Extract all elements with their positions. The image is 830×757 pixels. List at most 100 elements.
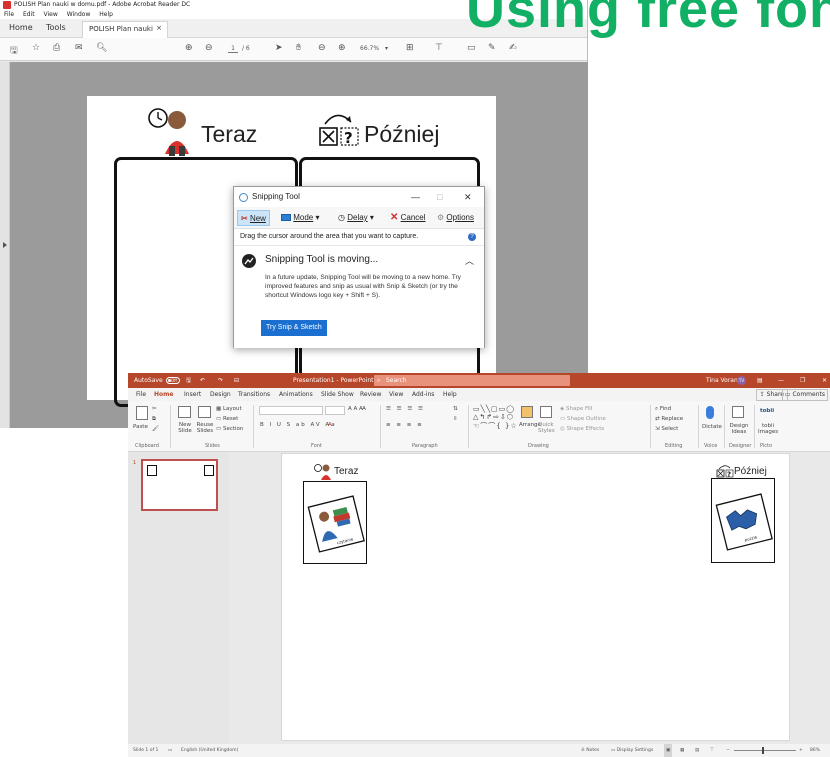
- minimize-button[interactable]: —: [411, 187, 420, 207]
- tab-home[interactable]: Home: [154, 388, 174, 402]
- font-name-box[interactable]: [259, 406, 323, 415]
- tab-transitions[interactable]: Transitions: [238, 388, 270, 401]
- paste-icon[interactable]: [136, 406, 148, 420]
- menu-file[interactable]: File: [4, 11, 14, 18]
- window-close-button[interactable]: ✕: [822, 373, 827, 388]
- design-ideas-icon[interactable]: [732, 406, 744, 418]
- find-button[interactable]: ⌕ Find: [655, 406, 671, 413]
- spellcheck-icon[interactable]: ▭: [168, 744, 172, 757]
- align-icons[interactable]: ≡ ≡ ≡ ≡: [386, 422, 424, 428]
- ppt-search-box[interactable]: ⌕ Search: [374, 375, 570, 386]
- sign-icon[interactable]: ✍: [509, 43, 517, 53]
- slide-thumbnail[interactable]: [141, 459, 218, 511]
- select-button[interactable]: ⇲ Select: [655, 426, 678, 432]
- reading-view-icon[interactable]: ▤: [695, 744, 699, 757]
- options-button[interactable]: ⚙ Options: [434, 210, 477, 226]
- cancel-button[interactable]: ✕ Cancel: [387, 210, 429, 226]
- hand-tool-icon[interactable]: ✋︎: [296, 43, 301, 53]
- tab-insert[interactable]: Insert: [184, 388, 201, 401]
- language-status[interactable]: English (United Kingdom): [181, 744, 238, 757]
- bookmark-star-icon[interactable]: ☆: [32, 43, 40, 53]
- reuse-slides-label[interactable]: Reuse Slides: [196, 422, 214, 434]
- user-avatar[interactable]: TV: [737, 376, 746, 385]
- font-format-icons[interactable]: B I U S ab AV Aa: [260, 422, 337, 428]
- highlight-pen-icon[interactable]: ✎: [488, 43, 496, 53]
- mode-button[interactable]: Mode ▾: [278, 210, 323, 226]
- section-button[interactable]: ▭ Section: [216, 426, 243, 432]
- tab-home[interactable]: Home: [9, 23, 33, 32]
- new-slide-icon[interactable]: [178, 406, 191, 418]
- undo-icon[interactable]: ↶: [200, 373, 205, 388]
- copy-icon[interactable]: ⧉: [152, 416, 156, 423]
- notes-button[interactable]: ≙ Notes: [581, 744, 599, 757]
- paste-label[interactable]: Paste: [133, 424, 148, 430]
- save-icon[interactable]: 🖫: [10, 43, 18, 59]
- acrobat-left-panel-toggle[interactable]: [0, 62, 10, 428]
- delay-button[interactable]: ◷ Delay ▾: [335, 210, 377, 226]
- font-size-box[interactable]: [325, 406, 345, 415]
- present-icon[interactable]: ⊟: [234, 373, 239, 388]
- select-tool-icon[interactable]: ➤: [275, 43, 283, 53]
- collapse-chevron-icon[interactable]: ︿: [465, 254, 474, 267]
- bullet-list-icons[interactable]: ☰ ☰ ☰ ☰: [386, 406, 425, 412]
- print-icon[interactable]: ⎙: [53, 43, 60, 53]
- shape-effects-button[interactable]: ◎ Shape Effects: [560, 426, 604, 432]
- tab-document[interactable]: POLISH Plan nauki ... ×: [82, 21, 168, 41]
- menu-edit[interactable]: Edit: [23, 11, 35, 18]
- shape-fill-button[interactable]: ◈ Shape Fill: [560, 406, 592, 412]
- font-color-icon[interactable]: A: [328, 422, 332, 428]
- dictate-label[interactable]: Dictate: [702, 424, 722, 430]
- tab-slide-show[interactable]: Slide Show: [321, 388, 354, 401]
- maximize-button[interactable]: □: [437, 187, 442, 207]
- slide-card-now[interactable]: czytanie: [303, 481, 367, 564]
- shape-outline-button[interactable]: ▭ Shape Outline: [560, 416, 606, 422]
- tab-file[interactable]: File: [136, 388, 146, 401]
- fit-page-icon[interactable]: ⊞: [406, 43, 414, 53]
- replace-button[interactable]: ⇄ Replace: [655, 416, 683, 422]
- slide-canvas[interactable]: Teraz czytanie ? Później puzzle: [281, 453, 790, 741]
- try-snip-sketch-button[interactable]: Try Snip & Sketch: [261, 320, 327, 336]
- tab-animations[interactable]: Animations: [279, 388, 313, 401]
- tab-help[interactable]: Help: [443, 388, 457, 401]
- expand-arrow-icon[interactable]: [3, 242, 7, 248]
- tab-review[interactable]: Review: [360, 388, 381, 401]
- reset-button[interactable]: ▭ Reset: [216, 416, 238, 422]
- page-down-icon[interactable]: ⊖: [205, 43, 213, 53]
- zoom-level[interactable]: 66.7%: [360, 45, 379, 52]
- zoom-slider-track[interactable]: [734, 750, 796, 751]
- layout-button[interactable]: ▦ Layout: [216, 406, 242, 412]
- email-icon[interactable]: ✉: [75, 43, 83, 53]
- slide-show-icon[interactable]: ⊤: [710, 744, 714, 757]
- page-number-input[interactable]: 1: [228, 45, 238, 53]
- tab-add-ins[interactable]: Add-ins: [412, 388, 434, 401]
- design-ideas-label[interactable]: Design Ideas: [729, 423, 749, 435]
- zoom-in-icon[interactable]: ⊕: [338, 43, 346, 53]
- shapes-gallery[interactable]: ▭╲╲▢▭◯ △↰↱⇨⇩⬡ ☜⌒⌒{ }☆: [473, 405, 518, 431]
- tab-tools[interactable]: Tools: [46, 23, 66, 32]
- menu-help[interactable]: Help: [99, 11, 113, 18]
- arrange-icon[interactable]: [521, 406, 533, 418]
- font-grow-shrink-icon[interactable]: A A Ꜳ: [348, 406, 366, 412]
- quick-styles-icon[interactable]: [540, 406, 552, 418]
- normal-view-icon[interactable]: ▣: [664, 744, 673, 757]
- tab-design[interactable]: Design: [210, 388, 231, 401]
- tab-close-icon[interactable]: ×: [156, 24, 162, 32]
- tab-view[interactable]: View: [389, 388, 403, 401]
- cut-icon[interactable]: ✂: [152, 406, 157, 412]
- save-icon[interactable]: 🖫: [186, 373, 191, 388]
- help-icon[interactable]: ?: [468, 233, 476, 241]
- text-direction-icon[interactable]: ⇅: [453, 406, 458, 412]
- slide-sorter-icon[interactable]: ▦: [680, 744, 684, 757]
- tobii-logo[interactable]: tobii: [760, 408, 774, 414]
- zoom-out-button[interactable]: −: [726, 744, 730, 757]
- new-snip-button[interactable]: ✂ New: [237, 210, 270, 226]
- microphone-icon[interactable]: [706, 406, 714, 419]
- new-slide-label[interactable]: New Slide: [176, 422, 194, 434]
- scroll-mode-icon[interactable]: ⊤: [435, 43, 443, 53]
- menu-window[interactable]: Window: [67, 11, 91, 18]
- comments-button[interactable]: ▭ Comments: [781, 389, 828, 401]
- tobii-images-label[interactable]: tobii Images: [758, 423, 778, 435]
- zoom-in-button[interactable]: +: [799, 744, 803, 757]
- zoom-out-icon[interactable]: ⊖: [318, 43, 326, 53]
- display-settings-button[interactable]: ▭ Display Settings: [611, 744, 653, 757]
